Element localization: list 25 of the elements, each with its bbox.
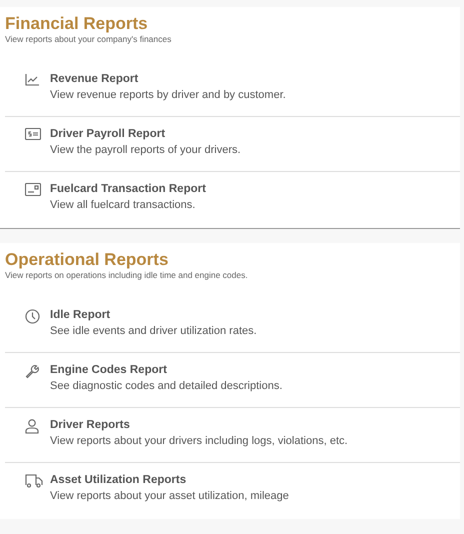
chart-icon xyxy=(25,73,40,86)
card-icon xyxy=(25,183,41,196)
receipt-icon xyxy=(25,128,41,140)
truck-icon xyxy=(25,474,43,488)
report-link[interactable]: Driver Reports xyxy=(50,418,348,433)
clock-icon xyxy=(25,309,40,324)
wrench-icon xyxy=(25,364,40,379)
report-description: View reports about your asset utilization, mileage xyxy=(50,489,289,504)
report-link[interactable]: Fuelcard Transaction Report xyxy=(50,182,206,197)
report-description: See idle events and driver utilization rates. xyxy=(50,324,257,339)
report-description: See diagnostic codes and detailed descriptions. xyxy=(50,379,282,394)
section-title: Operational Reports xyxy=(5,250,170,270)
report-description: View the payroll reports of your drivers. xyxy=(50,143,241,158)
report-description: View revenue reports by driver and by customer. xyxy=(50,88,286,103)
person-icon xyxy=(25,419,39,434)
report-description: View all fuelcard transactions. xyxy=(50,198,196,213)
report-link[interactable]: Idle Report xyxy=(50,308,257,323)
report-link[interactable]: Asset Utilization Reports xyxy=(50,473,289,488)
section-title: Financial Reports xyxy=(5,14,149,34)
report-link[interactable]: Driver Payroll Report xyxy=(50,127,241,142)
report-link[interactable]: Revenue Report xyxy=(50,72,286,87)
section-subtitle: View reports on operations including idle time and engine codes. xyxy=(5,270,249,281)
report-link[interactable]: Engine Codes Report xyxy=(50,363,282,378)
report-description: View reports about your drivers including logs, violations, etc. xyxy=(50,434,348,449)
section-subtitle: View reports about your company's finances xyxy=(5,34,172,45)
